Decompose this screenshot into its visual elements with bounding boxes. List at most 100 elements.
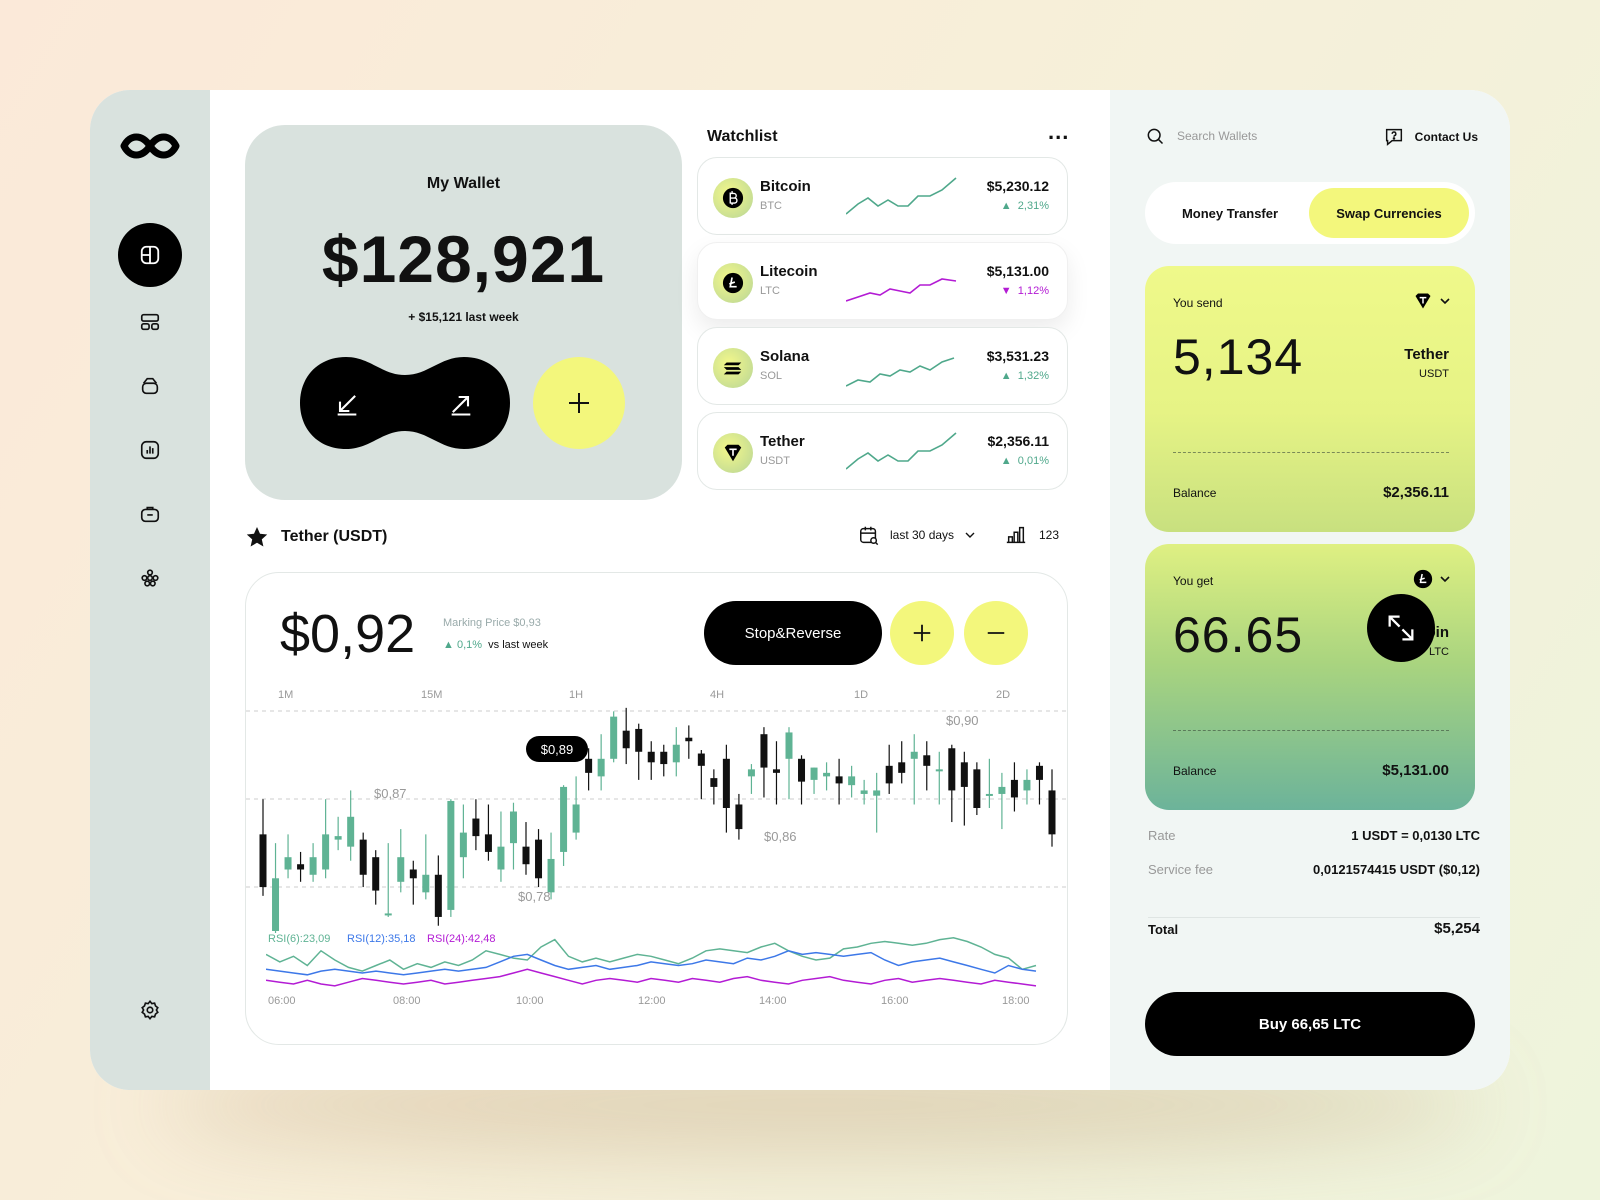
chevron-down-icon (965, 532, 975, 538)
candle-body (497, 846, 505, 870)
contact-us-label: Contact Us (1414, 130, 1478, 144)
get-label: You get (1173, 574, 1214, 588)
candle-body (509, 811, 517, 844)
candle-body (1048, 790, 1056, 835)
nav-dashboard-icon[interactable] (118, 223, 182, 287)
rate-label: Rate (1148, 828, 1176, 843)
watchlist-item-bitcoin[interactable]: Bitcoin BTC $5,230.12 ▲ 2,31% (697, 157, 1068, 235)
candle-body (973, 769, 981, 808)
wallet-weekly-change: + $15,121 last week (408, 310, 519, 324)
up-triangle-icon: ▲ (1000, 370, 1012, 382)
current-price: $0,92 (280, 604, 416, 664)
send-arrow-icon[interactable] (447, 390, 475, 418)
date-range-select[interactable]: last 30 days (858, 524, 976, 546)
coin-change-value: 2,31% (1017, 200, 1049, 212)
contact-us-link[interactable]: Contact Us (1383, 126, 1478, 148)
watchlist-item-solana[interactable]: Solana SOL $3,531.23 ▲ 1,32% (697, 327, 1068, 405)
chevron-down-icon (1440, 576, 1450, 583)
nav-wallet-icon[interactable] (128, 364, 172, 408)
coin-name: Tether (760, 433, 805, 450)
bitcoin-icon (713, 178, 753, 218)
settings-gear-icon[interactable] (128, 988, 172, 1032)
search-wallets[interactable]: Search Wallets (1145, 126, 1257, 146)
get-token-select[interactable] (1413, 569, 1451, 589)
send-amount-input[interactable]: 5,134 (1173, 328, 1303, 386)
coin-change-value: 1,12% (1017, 285, 1049, 297)
swap-arrows-icon (1388, 615, 1414, 641)
sparkline (846, 357, 955, 387)
time-label: 06:00 (268, 995, 296, 1007)
receive-send-blob (300, 357, 510, 449)
coin-change: ▲ 1,32% (1001, 370, 1049, 382)
chat-question-icon (1385, 128, 1402, 146)
send-currency: Tether (1404, 346, 1449, 363)
tether-icon (713, 433, 753, 473)
rsi-chart (266, 937, 1037, 987)
tab-swap-currencies[interactable]: Swap Currencies (1309, 188, 1469, 238)
candle-body (860, 790, 868, 794)
send-card: You send 5,134 Tether USDT Balance $2,35… (1145, 266, 1475, 532)
nav-community-icon[interactable] (128, 556, 172, 600)
candle-body (397, 857, 405, 882)
nav-cards-icon[interactable] (128, 300, 172, 344)
candle-body (998, 786, 1006, 794)
app-window: My Wallet $128,921 + $15,121 last week W… (90, 90, 1510, 1090)
coin-symbol: LTC (760, 285, 780, 297)
star-icon[interactable] (245, 525, 269, 549)
send-token-select[interactable] (1413, 291, 1451, 311)
time-label: 16:00 (881, 995, 909, 1007)
stop-reverse-button[interactable]: Stop&Reverse (704, 601, 882, 665)
price-label-mid-left: $0,87 (374, 786, 407, 801)
sidebar (90, 90, 210, 1090)
time-label: 10:00 (516, 995, 544, 1007)
candle-body (472, 818, 480, 837)
more-options-icon[interactable]: ... (1048, 121, 1069, 143)
buy-button[interactable]: Buy 66,65 LTC (1145, 992, 1475, 1056)
nav-portfolio-icon[interactable] (128, 492, 172, 536)
candle-body (622, 730, 630, 749)
tab-money-transfer[interactable]: Money Transfer (1151, 188, 1309, 238)
price-label-low: $0,78 (518, 889, 551, 904)
candle-body (334, 836, 342, 840)
chevron-down-icon (1440, 298, 1450, 305)
coin-price: $2,356.11 (987, 433, 1049, 449)
candle-body (610, 716, 618, 759)
search-input[interactable]: Search Wallets (1177, 129, 1257, 143)
price-label-high: $0,90 (946, 713, 979, 728)
volume-toggle[interactable]: 123 (1005, 524, 1059, 546)
candle-body (535, 839, 543, 879)
zoom-in-button[interactable] (890, 601, 954, 665)
watchlist-item-litecoin[interactable]: Litecoin LTC $5,131.00 ▼ 1,12% (697, 242, 1068, 320)
candle-body (685, 737, 693, 742)
logo-icon (120, 133, 180, 159)
price-change-label: vs last week (488, 639, 549, 651)
total-label: Total (1148, 922, 1179, 937)
nav-analytics-icon[interactable] (128, 428, 172, 472)
search-icon (1147, 128, 1164, 145)
price-change-value: 0,1% (456, 639, 483, 651)
candle-body (635, 728, 643, 752)
wallet-balance: $128,921 (321, 222, 606, 296)
date-range-value: last 30 days (890, 528, 955, 542)
candle-body (747, 769, 755, 777)
watchlist-item-tether[interactable]: Tether USDT $2,356.11 ▲ 0,01% (697, 412, 1068, 490)
chart-asset-name: Tether (USDT) (281, 528, 388, 545)
receive-arrow-icon[interactable] (333, 390, 361, 418)
candle-body (960, 762, 968, 787)
coin-name: Bitcoin (760, 178, 811, 195)
price-tooltip-value: $0,89 (541, 742, 574, 757)
swap-direction-button[interactable] (1367, 594, 1435, 662)
candlestick-chart[interactable]: $0,90 $0,87 $0,86 $0,78 $0,89 (246, 683, 1068, 933)
candle-body (372, 857, 380, 891)
time-label: 08:00 (393, 995, 421, 1007)
time-label: 18:00 (1002, 995, 1030, 1007)
add-funds-button[interactable] (533, 357, 625, 449)
send-label: You send (1173, 296, 1223, 310)
watchlist-title: Watchlist (707, 128, 778, 145)
get-balance-label: Balance (1173, 764, 1217, 778)
candle-body (259, 834, 267, 888)
zoom-out-button[interactable] (964, 601, 1028, 665)
coin-change: ▼ 1,12% (1001, 285, 1049, 297)
litecoin-icon (713, 263, 753, 303)
candle-body (898, 762, 906, 773)
